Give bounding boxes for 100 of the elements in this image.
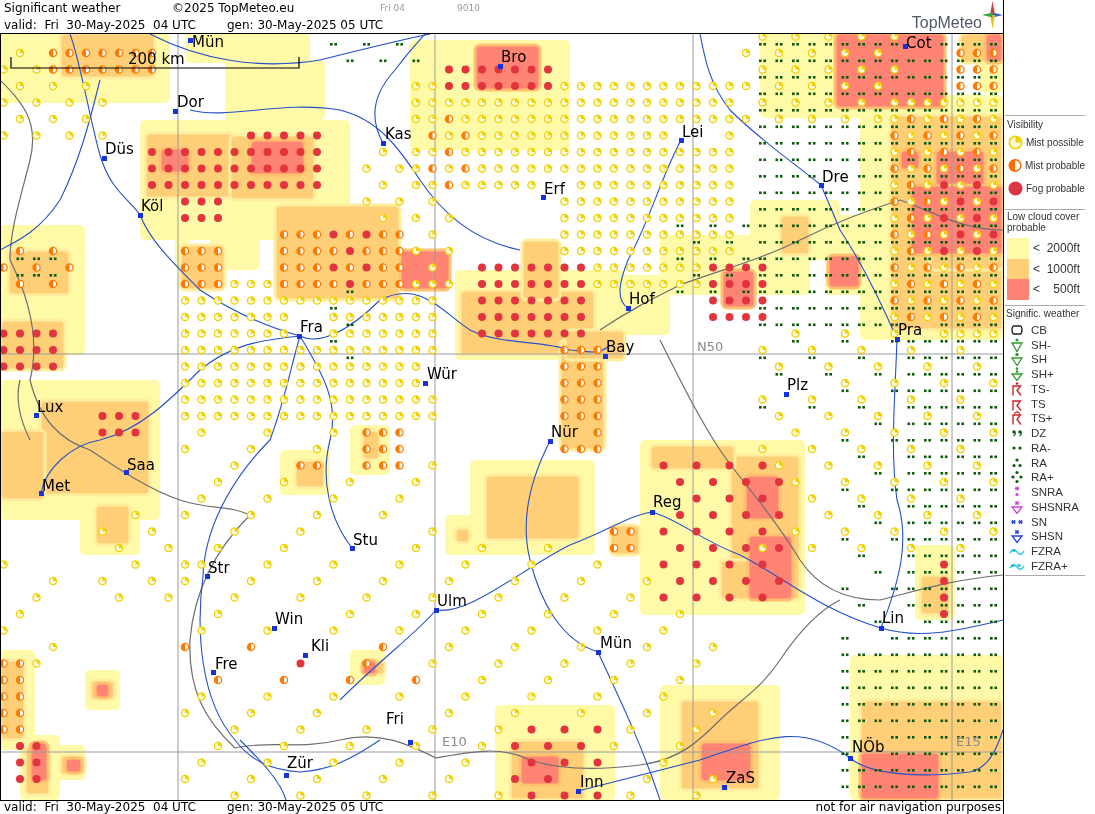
legend-label: SH+: [1031, 367, 1054, 382]
city-marker-icon: [296, 333, 302, 339]
legend-label: 1000ft: [1046, 261, 1080, 276]
legend-label: SH-: [1031, 337, 1051, 352]
cumulonimbus-symbol-icon: [1009, 322, 1025, 337]
legend-label: RA-: [1031, 440, 1051, 455]
city-marker-icon: [407, 739, 413, 745]
city-marker-icon: [847, 755, 853, 761]
city-marker-icon: [649, 509, 655, 515]
legend-label: Mist possible: [1026, 136, 1084, 149]
city-label: Fra: [300, 319, 323, 336]
shower-symbol-icon: [1009, 352, 1025, 367]
legend-label: FZRA+: [1031, 558, 1068, 573]
legend-symbol: <: [1033, 282, 1040, 297]
city-marker-icon: [187, 37, 193, 43]
legend-label: SN: [1031, 514, 1047, 529]
legend-label: RA+: [1031, 470, 1054, 485]
city-marker-icon: [38, 490, 44, 496]
code-label: 9010: [457, 3, 480, 13]
legend-label: SH: [1031, 352, 1047, 367]
legend-label: TS: [1031, 396, 1046, 411]
legend-label: 500ft: [1053, 282, 1080, 297]
city-marker-icon: [422, 380, 428, 386]
city-marker-icon: [123, 469, 129, 475]
city-label: Bay: [606, 339, 635, 356]
city-label: Cot: [906, 35, 932, 52]
legend-label: SNRA: [1031, 485, 1063, 500]
legend-label: SHSN: [1031, 529, 1063, 544]
legend-symbol: <: [1033, 241, 1040, 256]
filled-circle-icon: [1008, 181, 1023, 196]
city-label: Fre: [215, 656, 238, 673]
compass-star-icon: [982, 1, 1003, 31]
shower-symbol-icon: [1009, 367, 1025, 382]
rain-symbol-icon: [1009, 470, 1025, 485]
quarter-filled-circle-icon: [1008, 135, 1023, 150]
legend-label: TS+: [1031, 411, 1053, 426]
city-label: Ulm: [437, 593, 467, 610]
frame-label: Fri 04: [380, 3, 406, 13]
legend-label: Mist probable: [1024, 159, 1085, 172]
city-marker-icon: [902, 43, 908, 49]
city-label: Mün: [192, 34, 224, 51]
city-marker-icon: [380, 140, 386, 146]
city-marker-icon: [137, 212, 143, 218]
city-marker-icon: [210, 669, 216, 675]
city-marker-icon: [540, 194, 546, 200]
city-label: Dre: [822, 169, 849, 186]
legend-heading: Visibility: [1007, 119, 1043, 130]
city-marker-icon: [547, 438, 553, 444]
legend-label: RA: [1031, 455, 1047, 470]
legend-label: SHSNRA: [1031, 499, 1079, 514]
city-label: Inn: [580, 774, 604, 791]
city-marker-icon: [602, 353, 608, 359]
legend-symbol: <: [1033, 261, 1040, 276]
city-marker-icon: [271, 625, 277, 631]
city-marker-icon: [595, 649, 601, 655]
city-label: Dor: [177, 94, 204, 111]
city-marker-icon: [204, 573, 210, 579]
legend-heading: Signific. weather: [1006, 307, 1080, 319]
city-marker-icon: [783, 391, 789, 397]
city-label: Kli: [311, 638, 330, 655]
city-marker-icon: [101, 155, 107, 161]
legend-label: FZRA: [1031, 544, 1062, 559]
city-marker-icon: [172, 108, 178, 114]
city-label: Fri: [386, 711, 404, 728]
city-marker-icon: [433, 607, 439, 613]
city-label: Plz: [787, 377, 809, 394]
city-marker-icon: [302, 652, 308, 658]
valid-time: valid: Fri 30-May-2025 04 UTC: [4, 17, 196, 32]
legend-label: 2000ft: [1046, 241, 1080, 256]
city-label: Kas: [385, 126, 412, 143]
city-label: Win: [275, 611, 304, 628]
city-label: Pra: [898, 322, 923, 339]
disclaimer-text: not for air navigation purposes: [815, 800, 1001, 814]
city-label: Wür: [427, 366, 457, 383]
city-marker-icon: [33, 412, 39, 418]
city-label: Düs: [105, 141, 134, 158]
half-filled-circle-icon: [1008, 158, 1022, 173]
snow-rain-shower-symbol-icon: [1009, 499, 1025, 514]
city-label: Mün: [600, 635, 632, 652]
city-marker-icon: [497, 63, 503, 69]
city-label: Lin: [882, 610, 905, 627]
city-label: Stu: [353, 532, 378, 549]
city-label: Lei: [682, 124, 704, 141]
thunderstorm-symbol-icon: [1009, 411, 1025, 426]
legend-label: TS-: [1031, 381, 1050, 396]
thunderstorm-symbol-icon: [1009, 381, 1025, 396]
city-marker-icon: [575, 788, 581, 794]
legend-label: CB: [1031, 322, 1047, 337]
city-marker-icon: [818, 182, 824, 188]
city-label: Köl: [141, 198, 164, 215]
snow-shower-symbol-icon: [1009, 529, 1025, 544]
city-label: Erf: [544, 181, 565, 198]
grid-coordinate-label: E10: [442, 734, 467, 749]
generated-time: gen: 30-May-2025 05 UTC: [227, 800, 384, 814]
city-label: Zür: [287, 755, 313, 772]
city-marker-icon: [678, 137, 684, 143]
city-label: Met: [42, 478, 71, 495]
valid-time: valid: Fri 30-May-2025 04 UTC: [4, 800, 196, 814]
scale-label: 200 km: [128, 51, 185, 68]
shower-symbol-icon: [1009, 337, 1025, 352]
